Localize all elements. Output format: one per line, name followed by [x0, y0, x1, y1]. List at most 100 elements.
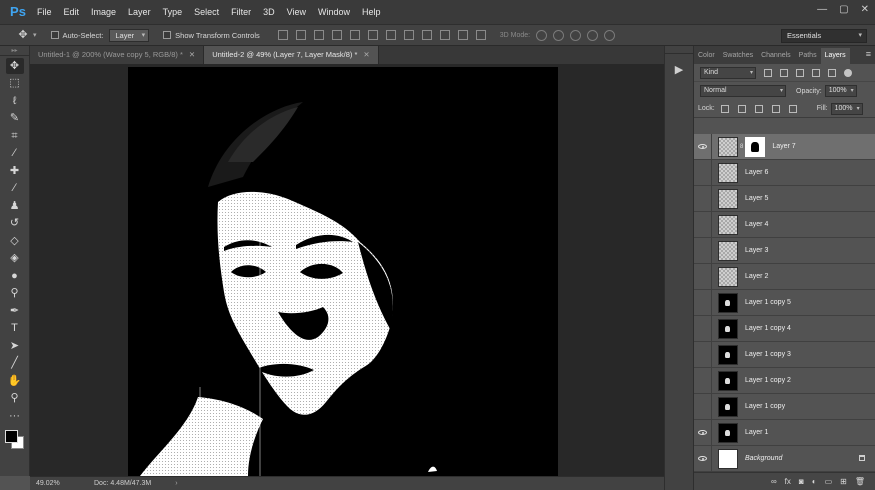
- menu-help[interactable]: Help: [362, 7, 381, 17]
- show-transform-checkbox[interactable]: [163, 31, 172, 39]
- menu-layer[interactable]: Layer: [128, 7, 151, 17]
- lock-all-icon[interactable]: [788, 104, 797, 113]
- menu-edit[interactable]: Edit: [64, 7, 80, 17]
- visibility-toggle[interactable]: [694, 393, 712, 420]
- visibility-toggle[interactable]: [694, 134, 712, 160]
- marquee-tool-icon[interactable]: ⬚: [6, 75, 24, 91]
- restore-icon[interactable]: ▢: [839, 4, 848, 15]
- 3d-slide-icon[interactable]: [587, 29, 599, 41]
- zoom-tool-icon[interactable]: ⚲: [6, 390, 24, 406]
- filter-toggle[interactable]: [844, 68, 852, 77]
- layer-mask-thumbnail[interactable]: [745, 136, 766, 157]
- history-brush-icon[interactable]: ↺: [6, 215, 24, 231]
- menu-file[interactable]: File: [37, 7, 52, 17]
- close-icon[interactable]: ✕: [861, 4, 869, 15]
- layer-row[interactable]: Layer 1 copy 5: [694, 289, 875, 316]
- tab-swatches[interactable]: Swatches: [719, 48, 757, 64]
- blend-mode-dropdown[interactable]: Normal: [700, 85, 786, 97]
- toolbox-grip[interactable]: ▸▸: [0, 46, 29, 56]
- pixel-filter-icon[interactable]: [764, 68, 772, 77]
- auto-select-dropdown[interactable]: Layer: [109, 28, 150, 42]
- distribute-right-icon[interactable]: [475, 30, 486, 40]
- pen-tool-icon[interactable]: ✒: [6, 303, 24, 319]
- healing-brush-icon[interactable]: ✚: [6, 163, 24, 179]
- layer-row[interactable]: Layer 4: [694, 211, 875, 238]
- distribute-top-icon[interactable]: [385, 30, 396, 40]
- link-layers-icon[interactable]: ∞: [771, 477, 777, 486]
- align-hcenter-icon[interactable]: [349, 30, 360, 40]
- tab-untitled-2[interactable]: Untitled-2 @ 49% (Layer 7, Layer Mask/8)…: [204, 46, 379, 64]
- rectangle-tool-icon[interactable]: ╱: [6, 355, 24, 371]
- distribute-left-icon[interactable]: [439, 30, 450, 40]
- opacity-field[interactable]: 100%: [824, 85, 857, 97]
- lock-pixels-icon[interactable]: [737, 104, 746, 113]
- menu-view[interactable]: View: [287, 7, 306, 17]
- menu-type[interactable]: Type: [163, 7, 183, 17]
- 3d-roll-icon[interactable]: [553, 29, 565, 41]
- 3d-scale-icon[interactable]: [604, 29, 616, 41]
- visibility-toggle[interactable]: [694, 185, 712, 212]
- distribute-bottom-icon[interactable]: [421, 30, 432, 40]
- quick-select-tool-icon[interactable]: ✎: [6, 110, 24, 126]
- lock-transparent-icon[interactable]: [720, 104, 729, 113]
- tab-layers[interactable]: Layers: [820, 48, 850, 64]
- layer-row[interactable]: Layer 1: [694, 419, 875, 446]
- hand-tool-icon[interactable]: ✋: [6, 373, 24, 389]
- kind-filter-dropdown[interactable]: Kind: [700, 66, 756, 79]
- document-image[interactable]: [128, 67, 558, 476]
- 3d-rotate-icon[interactable]: [536, 29, 548, 41]
- minimize-icon[interactable]: —: [817, 4, 827, 15]
- visibility-toggle[interactable]: [694, 237, 712, 264]
- layer-row[interactable]: Layer 2: [694, 263, 875, 290]
- close-tab-icon[interactable]: ✕: [363, 50, 369, 59]
- type-filter-icon[interactable]: [796, 68, 804, 77]
- chevron-down-icon[interactable]: ▾: [33, 31, 37, 39]
- workspace-dropdown[interactable]: Essentials: [781, 29, 867, 43]
- tab-untitled-1[interactable]: Untitled-1 @ 200% (Wave copy 5, RGB/8) *…: [30, 46, 205, 64]
- visibility-toggle[interactable]: [694, 315, 712, 342]
- actions-play-icon[interactable]: ▶: [671, 62, 687, 78]
- lasso-tool-icon[interactable]: ℓ: [6, 93, 24, 109]
- visibility-toggle[interactable]: [694, 289, 712, 316]
- align-right-icon[interactable]: [367, 30, 378, 40]
- menu-3d[interactable]: 3D: [263, 7, 275, 17]
- menu-select[interactable]: Select: [194, 7, 219, 17]
- visibility-toggle[interactable]: [694, 419, 712, 446]
- tab-channels[interactable]: Channels: [757, 48, 795, 64]
- align-top-icon[interactable]: [277, 30, 288, 40]
- 3d-drag-icon[interactable]: [570, 29, 582, 41]
- move-tool-icon[interactable]: ✥: [5, 57, 24, 74]
- close-tab-icon[interactable]: ✕: [189, 50, 195, 59]
- visibility-toggle[interactable]: [694, 341, 712, 368]
- tab-color[interactable]: Color: [694, 48, 719, 64]
- foreground-color[interactable]: [5, 429, 18, 443]
- fill-field[interactable]: 100%: [830, 102, 863, 115]
- layer-row[interactable]: Layer 1 copy 3: [694, 341, 875, 368]
- smart-object-filter-icon[interactable]: [828, 68, 836, 77]
- canvas-area[interactable]: [30, 64, 664, 476]
- tab-paths[interactable]: Paths: [795, 48, 821, 64]
- menu-image[interactable]: Image: [91, 7, 116, 17]
- menu-window[interactable]: Window: [318, 7, 350, 17]
- layer-row[interactable]: Layer 1 copy 4: [694, 315, 875, 342]
- dodge-tool-icon[interactable]: ⚲: [6, 285, 24, 301]
- layer-row[interactable]: Layer 6: [694, 159, 875, 186]
- blur-tool-icon[interactable]: ●: [6, 268, 24, 284]
- delete-layer-icon[interactable]: 🗑: [855, 477, 865, 486]
- type-tool-icon[interactable]: T: [6, 320, 24, 336]
- eraser-tool-icon[interactable]: ◇: [6, 233, 24, 249]
- layer-row[interactable]: Background: [694, 445, 875, 472]
- status-menu-icon[interactable]: ›: [175, 480, 177, 487]
- dock-grip[interactable]: [665, 46, 693, 54]
- visibility-toggle[interactable]: [694, 445, 712, 472]
- brush-tool-icon[interactable]: ∕: [6, 180, 24, 196]
- zoom-level[interactable]: 49.02%: [36, 480, 86, 487]
- move-tool-preset-icon[interactable]: ✥: [16, 28, 30, 42]
- visibility-toggle[interactable]: [694, 159, 712, 186]
- visibility-toggle[interactable]: [694, 211, 712, 238]
- distribute-hcenter-icon[interactable]: [457, 30, 468, 40]
- layer-row[interactable]: Layer 5: [694, 185, 875, 212]
- align-left-icon[interactable]: [331, 30, 342, 40]
- panel-menu-icon[interactable]: ≡: [866, 49, 871, 59]
- adjustment-layer-icon[interactable]: ◐: [812, 477, 817, 486]
